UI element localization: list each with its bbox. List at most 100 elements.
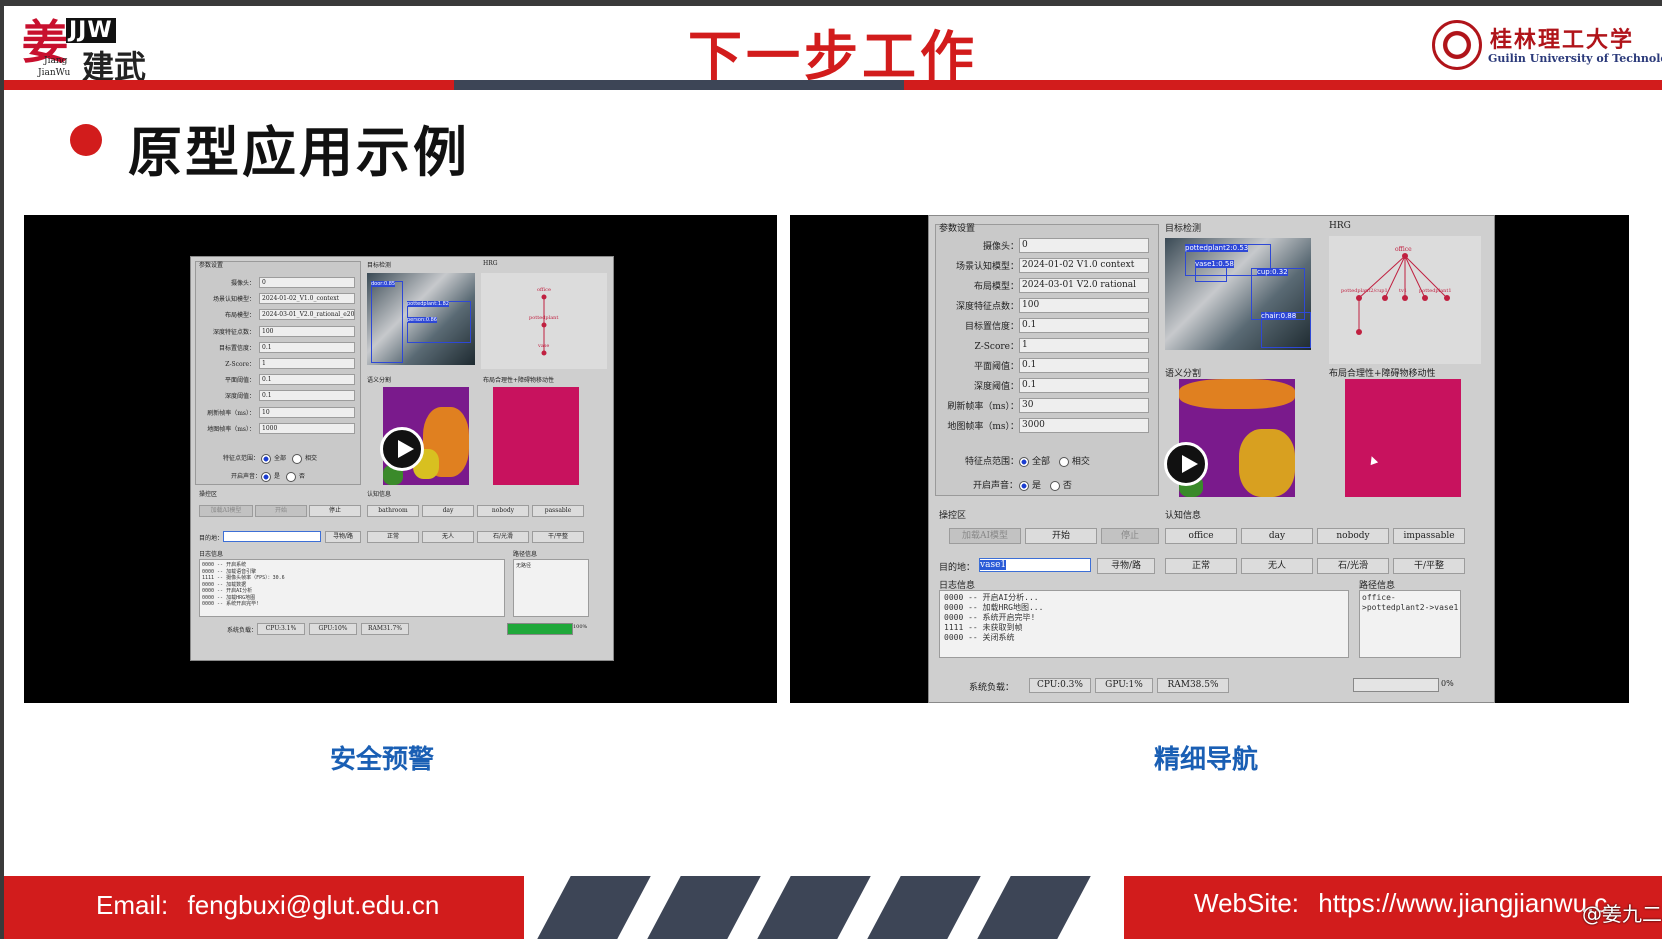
- param-label: 深度阈值：: [224, 393, 255, 401]
- radio-all[interactable]: [261, 453, 271, 464]
- param-input[interactable]: 0.1: [259, 341, 355, 353]
- param-input[interactable]: 1: [1019, 338, 1149, 353]
- param-input[interactable]: 3000: [1019, 418, 1149, 433]
- param-label: 地图帧率（ms）：: [207, 425, 255, 433]
- radio-no[interactable]: [1049, 480, 1060, 491]
- param-input[interactable]: 100: [259, 325, 355, 337]
- seg-title: 语义分割: [367, 377, 392, 384]
- param-input[interactable]: 30: [1019, 398, 1149, 413]
- radio-intersect[interactable]: [291, 453, 302, 464]
- caption-fine-navigation: 精细导航: [1154, 745, 1259, 775]
- path-title: 路径信息: [513, 551, 538, 558]
- dest-input[interactable]: vase1: [979, 558, 1091, 572]
- seg-title: 语义分割: [1165, 369, 1202, 379]
- param-input[interactable]: 0.1: [1019, 378, 1149, 393]
- video-safety-warning[interactable]: 参数设置 特征点范围： 全部 相交 开启声音： 是 否 目标检测 door:0.…: [24, 215, 777, 703]
- layout-title: 布局合理性+障碍物移动性: [483, 377, 555, 384]
- load-model-button[interactable]: 加载AI模型: [199, 505, 253, 517]
- cog-tag: 正常: [367, 531, 419, 543]
- header-bar-red-left: [4, 80, 454, 90]
- param-label: 摄像头：: [230, 280, 255, 287]
- glut-name-cn: 桂林理工大学: [1490, 27, 1635, 53]
- layout-image: [1345, 379, 1461, 497]
- glut-emblem-icon: [1432, 20, 1482, 70]
- log-box[interactable]: 0000 -- 开启系统 0000 -- 加载语音引擎 1111 -- 摄像头帧…: [199, 559, 505, 617]
- footer-email-value[interactable]: fengbuxi@glut.edu.cn: [187, 890, 439, 920]
- footer-web-value[interactable]: https://www.jiangjianwu.c: [1318, 888, 1607, 918]
- ops-title: 操控区: [939, 511, 967, 521]
- param-label: 目标置信度：: [964, 322, 1019, 332]
- path-box: office- >pottedplant2->vase1: [1359, 590, 1461, 658]
- cog-tag: office: [1165, 528, 1237, 544]
- param-input[interactable]: 1: [259, 358, 355, 369]
- param-select[interactable]: 2024-03-01 V2.0 rational: [1019, 278, 1149, 293]
- detect-tag-person: person:0.86: [407, 317, 437, 323]
- cog-tag: nobody: [477, 505, 529, 517]
- caption-safety-warning: 安全预警: [330, 745, 435, 775]
- param-label: 深度阈值：: [973, 382, 1019, 392]
- load-model-button[interactable]: 加载AI模型: [949, 528, 1021, 544]
- load-label: 系统负载：: [227, 627, 258, 634]
- param-label: 地图帧率（ms）：: [947, 422, 1019, 432]
- radio-yes[interactable]: [1019, 480, 1029, 491]
- param-select[interactable]: 0: [259, 277, 355, 288]
- radio-no[interactable]: [285, 471, 296, 482]
- param-select[interactable]: 0: [1019, 238, 1149, 253]
- slide: 姜 JJW Jiang JianWu 建武 下一步工作 桂林理工大学 Guili…: [4, 6, 1662, 939]
- ops-title: 操控区: [199, 491, 218, 498]
- footer-stripe-4: [867, 876, 981, 939]
- cpu-load: CPU:0.3%: [1029, 678, 1091, 693]
- play-button-icon[interactable]: [1164, 442, 1208, 486]
- radio-no-label: 否: [298, 473, 305, 480]
- cog-tag: 干/平整: [1393, 558, 1465, 574]
- start-button[interactable]: 开始: [1025, 528, 1097, 544]
- gpu-load: GPU:10%: [309, 623, 357, 635]
- param-input[interactable]: 0.1: [259, 390, 355, 402]
- radio-all[interactable]: [1019, 456, 1029, 467]
- param-input[interactable]: 0.1: [1019, 318, 1149, 333]
- params-title: 参数设置: [199, 262, 224, 269]
- param-select[interactable]: 2024-01-02_V1.0_context: [259, 293, 355, 305]
- param-select[interactable]: 2024-03-01_V2.0_rational_e2000: [259, 309, 355, 321]
- start-button[interactable]: 开始: [255, 505, 307, 517]
- radio-yes-label: 是: [274, 473, 281, 480]
- stop-button[interactable]: 停止: [1101, 528, 1159, 544]
- stop-button[interactable]: 停止: [309, 505, 361, 517]
- param-label: 刷新帧率（ms）：: [947, 402, 1019, 412]
- log-box[interactable]: 0000 -- 开启AI分析... 0000 -- 加载HRG地图... 000…: [939, 590, 1349, 658]
- find-path-button[interactable]: 寻物/路: [325, 531, 361, 543]
- param-input[interactable]: 1000: [259, 422, 355, 434]
- gpu-progress-bar: [507, 623, 573, 635]
- sound-options: 是 否: [1019, 478, 1072, 491]
- cog-tag: day: [1241, 528, 1313, 544]
- layout-image: [493, 387, 579, 485]
- find-path-button[interactable]: 寻物/路: [1097, 558, 1155, 574]
- param-label: 深度特征点数：: [955, 302, 1019, 312]
- ram-load: RAM38.5%: [1157, 678, 1229, 693]
- hrg-graph-svg: [1356, 253, 1450, 335]
- param-select[interactable]: 2024-01-02 V1.0 context: [1019, 258, 1149, 273]
- hrg-node-tv: tv1: [1399, 288, 1408, 294]
- detection-image: door:0.85 pottedplant:1.82 person:0.86: [367, 273, 475, 365]
- param-input[interactable]: 0.1: [1019, 358, 1149, 373]
- play-button-icon[interactable]: [380, 427, 424, 471]
- footer-email: Email: fengbuxi@glut.edu.cn: [96, 890, 439, 921]
- param-input[interactable]: 0.1: [259, 374, 355, 386]
- bullet-dot: [70, 124, 102, 156]
- param-input[interactable]: 10: [259, 406, 355, 418]
- gpu-progress-bar: [1353, 678, 1439, 692]
- detect-title: 目标检测: [1165, 224, 1202, 234]
- detect-tag-door: door:0.85: [371, 281, 396, 287]
- glut-name-en: Guilin University of Technology: [1488, 52, 1662, 65]
- cog-tag: nobody: [1317, 528, 1389, 544]
- feature-range-options: 全部 相交: [261, 453, 317, 464]
- param-input[interactable]: 100: [1019, 298, 1149, 313]
- radio-yes[interactable]: [261, 471, 271, 482]
- radio-intersect[interactable]: [1058, 456, 1069, 467]
- sound-label: 开启声音：: [231, 473, 262, 480]
- dest-input[interactable]: [223, 531, 321, 542]
- footer-website: WebSite: https://www.jiangjianwu.c: [1194, 888, 1607, 919]
- video-fine-navigation[interactable]: 参数设置 特征点范围： 全部 相交 开启声音： 是 否 目标检测 pottedp…: [790, 215, 1629, 703]
- layout-title: 布局合理性+障碍物移动性: [1329, 369, 1436, 379]
- cog-tag: 石/光滑: [1317, 558, 1389, 574]
